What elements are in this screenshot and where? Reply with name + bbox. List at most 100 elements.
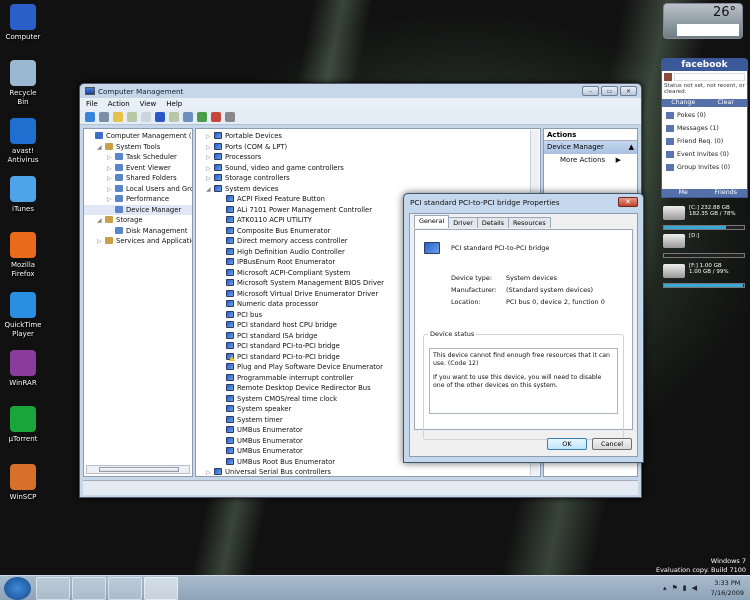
change-status-button[interactable]: Change <box>662 99 705 107</box>
desktop-icon[interactable]: avast! Antivirus <box>3 118 43 165</box>
minimize-button[interactable]: – <box>582 86 599 96</box>
menu-view[interactable]: View <box>140 100 157 108</box>
tab-resources[interactable]: Resources <box>508 217 551 228</box>
tree-node-icon <box>115 195 123 202</box>
facebook-pokes[interactable]: Pokes (0) <box>662 109 747 122</box>
device-category[interactable]: ▷ Portable Devices <box>206 131 540 142</box>
tab-me[interactable]: Me <box>662 189 705 197</box>
device-status-text[interactable]: This device cannot find enough free reso… <box>429 348 618 414</box>
facebook-item-label: Pokes (0) <box>677 112 706 119</box>
close-button[interactable]: ✕ <box>620 86 637 96</box>
start-button[interactable] <box>4 577 31 600</box>
device-label: System CMOS/real time clock <box>237 394 338 403</box>
event-invites-icon <box>666 151 674 158</box>
device-category[interactable]: ▷ Storage controllers <box>206 173 540 184</box>
show-action-pane-icon[interactable] <box>169 112 179 122</box>
taskbar-internet-explorer[interactable] <box>36 577 70 600</box>
facebook-messages[interactable]: Messages (1) <box>662 122 747 135</box>
scan-hardware-icon[interactable] <box>183 112 193 122</box>
desktop-icon[interactable]: µTorrent <box>3 406 43 444</box>
taskbar-explorer[interactable] <box>108 577 142 600</box>
desktop-icon[interactable]: iTunes <box>3 176 43 214</box>
uninstall-icon[interactable] <box>211 112 221 122</box>
desktop-icon[interactable]: Computer <box>3 4 43 42</box>
tree-item[interactable]: ▷ Task Scheduler <box>84 152 192 163</box>
horizontal-scrollbar[interactable] <box>86 465 190 474</box>
tab-driver[interactable]: Driver <box>448 217 478 228</box>
tree-item-label: Device Manager <box>126 205 182 214</box>
tree-item[interactable]: Device Manager <box>84 204 192 215</box>
actions-device-manager[interactable]: Device Manager ▲ <box>544 141 637 154</box>
tree-item[interactable]: Computer Management (Local <box>84 131 192 142</box>
device-label: Microsoft Virtual Drive Enumerator Drive… <box>237 289 379 298</box>
device-name: PCI standard PCI-to-PCI bridge <box>451 244 550 252</box>
device-icon <box>226 289 234 297</box>
facebook-friend-requests[interactable]: Friend Req. (0) <box>662 135 747 148</box>
menu-file[interactable]: File <box>86 100 98 108</box>
network-icon: ▮ <box>682 584 692 592</box>
facebook-group-invites[interactable]: Group Invites (0) <box>662 161 747 174</box>
forward-icon[interactable] <box>99 112 109 122</box>
tree-item[interactable]: ◢ Storage <box>84 215 192 226</box>
tab-details[interactable]: Details <box>476 217 510 228</box>
clear-status-button[interactable]: Clear <box>705 99 748 107</box>
help-icon[interactable] <box>155 112 165 122</box>
tree-node-icon <box>115 226 123 234</box>
device-label: UMBus Enumerator <box>237 426 303 434</box>
device-category[interactable]: ▷ Sound, video and game controllers <box>206 163 540 174</box>
maximize-button[interactable]: ▭ <box>601 86 618 96</box>
facebook-event-invites[interactable]: Event Invites (0) <box>662 148 747 161</box>
device-label: System speaker <box>237 405 292 413</box>
update-driver-icon[interactable] <box>197 112 207 122</box>
show-hide-tree-icon[interactable] <box>127 112 137 122</box>
desktop-icon[interactable]: QuickTime Player <box>3 292 43 339</box>
drive-meter[interactable]: [D:] <box>663 232 748 260</box>
device-category[interactable]: ▷ Processors <box>206 152 540 163</box>
tree-item[interactable]: ◢ System Tools <box>84 142 192 153</box>
tray-icons[interactable]: ▴⚑▮◀ <box>663 584 702 592</box>
device-icon <box>226 279 234 286</box>
expander-icon[interactable]: ▷ <box>206 468 214 476</box>
computer-icon <box>10 4 36 30</box>
cancel-button[interactable]: Cancel <box>592 438 632 450</box>
device-category[interactable]: ▷ Ports (COM & LPT) <box>206 142 540 153</box>
messages-icon <box>666 125 674 132</box>
menu-action[interactable]: Action <box>108 100 130 108</box>
status-line-1: This device cannot find enough free reso… <box>433 352 610 367</box>
device-category[interactable]: ▷ Universal Serial Bus controllers <box>206 467 540 476</box>
tree-item[interactable]: ▷ Event Viewer <box>84 163 192 174</box>
device-icon <box>226 436 234 444</box>
tab-general[interactable]: General <box>414 215 450 228</box>
tree-item[interactable]: ▷ Shared Folders <box>84 173 192 184</box>
title-bar[interactable]: Computer Management – ▭ ✕ <box>80 84 641 98</box>
properties-icon[interactable] <box>141 112 151 122</box>
taskbar-computer-management[interactable] <box>144 577 178 600</box>
properties-dialog: PCI standard PCI-to-PCI bridge Propertie… <box>403 193 644 463</box>
tree-item[interactable]: ▷ Performance <box>84 194 192 205</box>
disable-icon[interactable] <box>225 112 235 122</box>
desktop-icon[interactable]: Mozilla Firefox <box>3 232 43 279</box>
more-actions[interactable]: More Actions ▶ <box>544 154 637 166</box>
dialog-close-button[interactable]: ✕ <box>618 197 638 207</box>
winscp-icon <box>10 464 36 490</box>
collapse-icon[interactable]: ▲ <box>629 143 634 152</box>
dialog-title[interactable]: PCI standard PCI-to-PCI bridge Propertie… <box>404 194 643 210</box>
tree-item[interactable]: Disk Management <box>84 226 192 237</box>
desktop-icon[interactable]: WinRAR <box>3 350 43 388</box>
device-label: PCI standard PCI-to-PCI bridge <box>237 352 340 361</box>
drive-meter[interactable]: [F:] 1.00 GB 1.00 GB / 99% <box>663 262 748 290</box>
weather-gadget[interactable]: 26° <box>663 3 743 39</box>
back-icon[interactable] <box>85 112 95 122</box>
expander-icon[interactable]: ▷ <box>97 237 105 248</box>
ok-button[interactable]: OK <box>547 438 587 450</box>
taskbar-messenger[interactable] <box>72 577 106 600</box>
tab-friends[interactable]: Friends <box>705 189 748 197</box>
drive-meter[interactable]: [C:] 232.88 GB 182.35 GB / 78% <box>663 204 748 232</box>
tree-item[interactable]: ▷Local Users and Groups <box>84 184 192 195</box>
clock[interactable]: 3:33 PM 7/16/2009 <box>711 578 744 598</box>
menu-help[interactable]: Help <box>166 100 182 108</box>
up-folder-icon[interactable] <box>113 112 123 122</box>
desktop-icon[interactable]: Recycle Bin <box>3 60 43 107</box>
desktop-icon[interactable]: WinSCP <box>3 464 43 502</box>
tree-item[interactable]: ▷ Services and Applications <box>84 236 192 247</box>
